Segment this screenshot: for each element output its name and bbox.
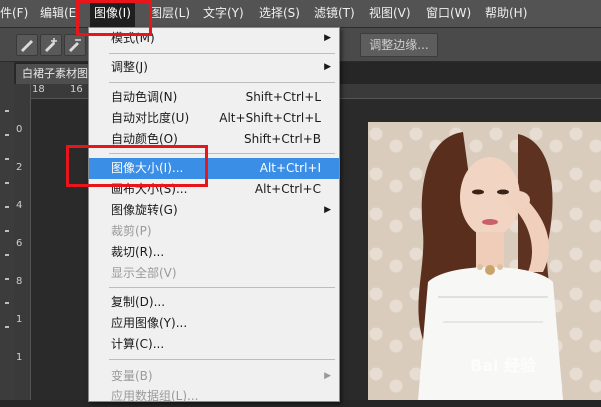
refine-edge-button[interactable]: 调整边缘... <box>360 33 438 57</box>
menu-item-shortcut: Shift+Ctrl+B <box>244 132 321 146</box>
tools-panel <box>0 62 15 400</box>
ruler-label: 2 <box>16 162 23 173</box>
ruler-label: 0 <box>16 124 23 135</box>
ruler-label: 16 <box>70 84 83 95</box>
menu-item-shortcut: Alt+Shift+Ctrl+L <box>219 111 321 125</box>
menu-type[interactable]: 文字(Y) <box>203 0 244 27</box>
menu-item-trim[interactable]: 裁切(R)... <box>89 242 339 263</box>
menu-item-shortcut: Alt+Ctrl+I <box>259 161 321 175</box>
tool-marker[interactable] <box>5 302 9 304</box>
menu-item-label: 自动对比度(U) <box>111 111 190 125</box>
submenu-arrow-icon: ▶ <box>324 371 331 381</box>
submenu-arrow-icon: ▶ <box>324 33 331 43</box>
annotation-box-image-menu <box>76 0 152 36</box>
menu-item-label: 显示全部(V) <box>111 266 177 280</box>
menu-item-label: 图像旋转(G) <box>111 203 178 217</box>
menu-file[interactable]: 件(F) <box>0 0 28 27</box>
ruler-label: 1 <box>16 314 23 325</box>
menu-item-shortcut: Alt+Ctrl+C <box>254 182 321 196</box>
menu-view[interactable]: 视图(V) <box>369 0 411 27</box>
menu-item-auto-tone[interactable]: 自动色调(N) Shift+Ctrl+L <box>89 87 339 108</box>
menu-separator <box>109 82 335 83</box>
menu-item-adjustments[interactable]: 调整(J) ▶ <box>89 57 339 78</box>
menu-layer[interactable]: 图层(L) <box>150 0 190 27</box>
tool-marker[interactable] <box>5 326 9 328</box>
menu-item-label: 裁切(R)... <box>111 245 165 259</box>
menu-select[interactable]: 选择(S) <box>259 0 300 27</box>
menu-item-reveal-all[interactable]: 显示全部(V) <box>89 263 339 284</box>
tool-marker[interactable] <box>5 278 9 280</box>
menu-item-apply-image[interactable]: 应用图像(Y)... <box>89 313 339 334</box>
ruler-label: 8 <box>16 276 23 287</box>
tool-marker[interactable] <box>5 110 9 112</box>
menu-separator <box>109 287 335 288</box>
quick-selection-add-icon[interactable] <box>40 34 62 56</box>
menu-item-apply-data-set[interactable]: 应用数据组(L)... <box>89 386 339 407</box>
baidu-watermark: Bai 经验 <box>470 356 537 375</box>
menu-item-label: 调整(J) <box>111 60 148 74</box>
brush-tool-icon[interactable] <box>16 34 38 56</box>
menu-item-label: 计算(C)... <box>111 337 165 351</box>
tool-marker[interactable] <box>5 230 9 232</box>
quick-selection-subtract-icon[interactable] <box>64 34 86 56</box>
tool-marker[interactable] <box>5 158 9 160</box>
menu-item-label: 应用数据组(L)... <box>111 389 199 403</box>
menu-item-label: 复制(D)... <box>111 295 166 309</box>
tool-marker[interactable] <box>5 206 9 208</box>
ruler-label: 18 <box>32 84 45 95</box>
menu-item-image-rotation[interactable]: 图像旋转(G) ▶ <box>89 200 339 221</box>
menu-help[interactable]: 帮助(H) <box>485 0 527 27</box>
tool-marker[interactable] <box>5 182 9 184</box>
menu-filter[interactable]: 滤镜(T) <box>314 0 355 27</box>
submenu-arrow-icon: ▶ <box>324 62 331 72</box>
ruler-label: 1 <box>16 352 23 363</box>
menu-item-shortcut: Shift+Ctrl+L <box>245 90 321 104</box>
menu-item-calculations[interactable]: 计算(C)... <box>89 334 339 355</box>
menu-item-label: 裁剪(P) <box>111 224 152 238</box>
menu-window[interactable]: 窗口(W) <box>426 0 471 27</box>
menu-item-crop[interactable]: 裁剪(P) <box>89 221 339 242</box>
ruler-label: 6 <box>16 238 23 249</box>
menu-item-duplicate[interactable]: 复制(D)... <box>89 292 339 313</box>
menu-item-label: 自动色调(N) <box>111 90 178 104</box>
tool-marker[interactable] <box>5 134 9 136</box>
submenu-arrow-icon: ▶ <box>324 205 331 215</box>
vertical-ruler: 0 2 4 6 8 1 1 <box>14 84 31 400</box>
menu-item-label: 应用图像(Y)... <box>111 316 188 330</box>
menu-separator <box>109 359 335 360</box>
annotation-box-image-size <box>66 145 208 187</box>
menu-item-label: 变量(B) <box>111 369 153 383</box>
ruler-label: 4 <box>16 200 23 211</box>
menu-item-variables[interactable]: 变量(B) ▶ <box>89 366 339 387</box>
menu-item-auto-contrast[interactable]: 自动对比度(U) Alt+Shift+Ctrl+L <box>89 108 339 129</box>
image-menu-dropdown: 模式(M) ▶ 调整(J) ▶ 自动色调(N) Shift+Ctrl+L 自动对… <box>88 27 340 403</box>
menu-separator <box>109 53 335 54</box>
tool-marker[interactable] <box>5 254 9 256</box>
menu-edit[interactable]: 编辑(E <box>40 0 76 27</box>
